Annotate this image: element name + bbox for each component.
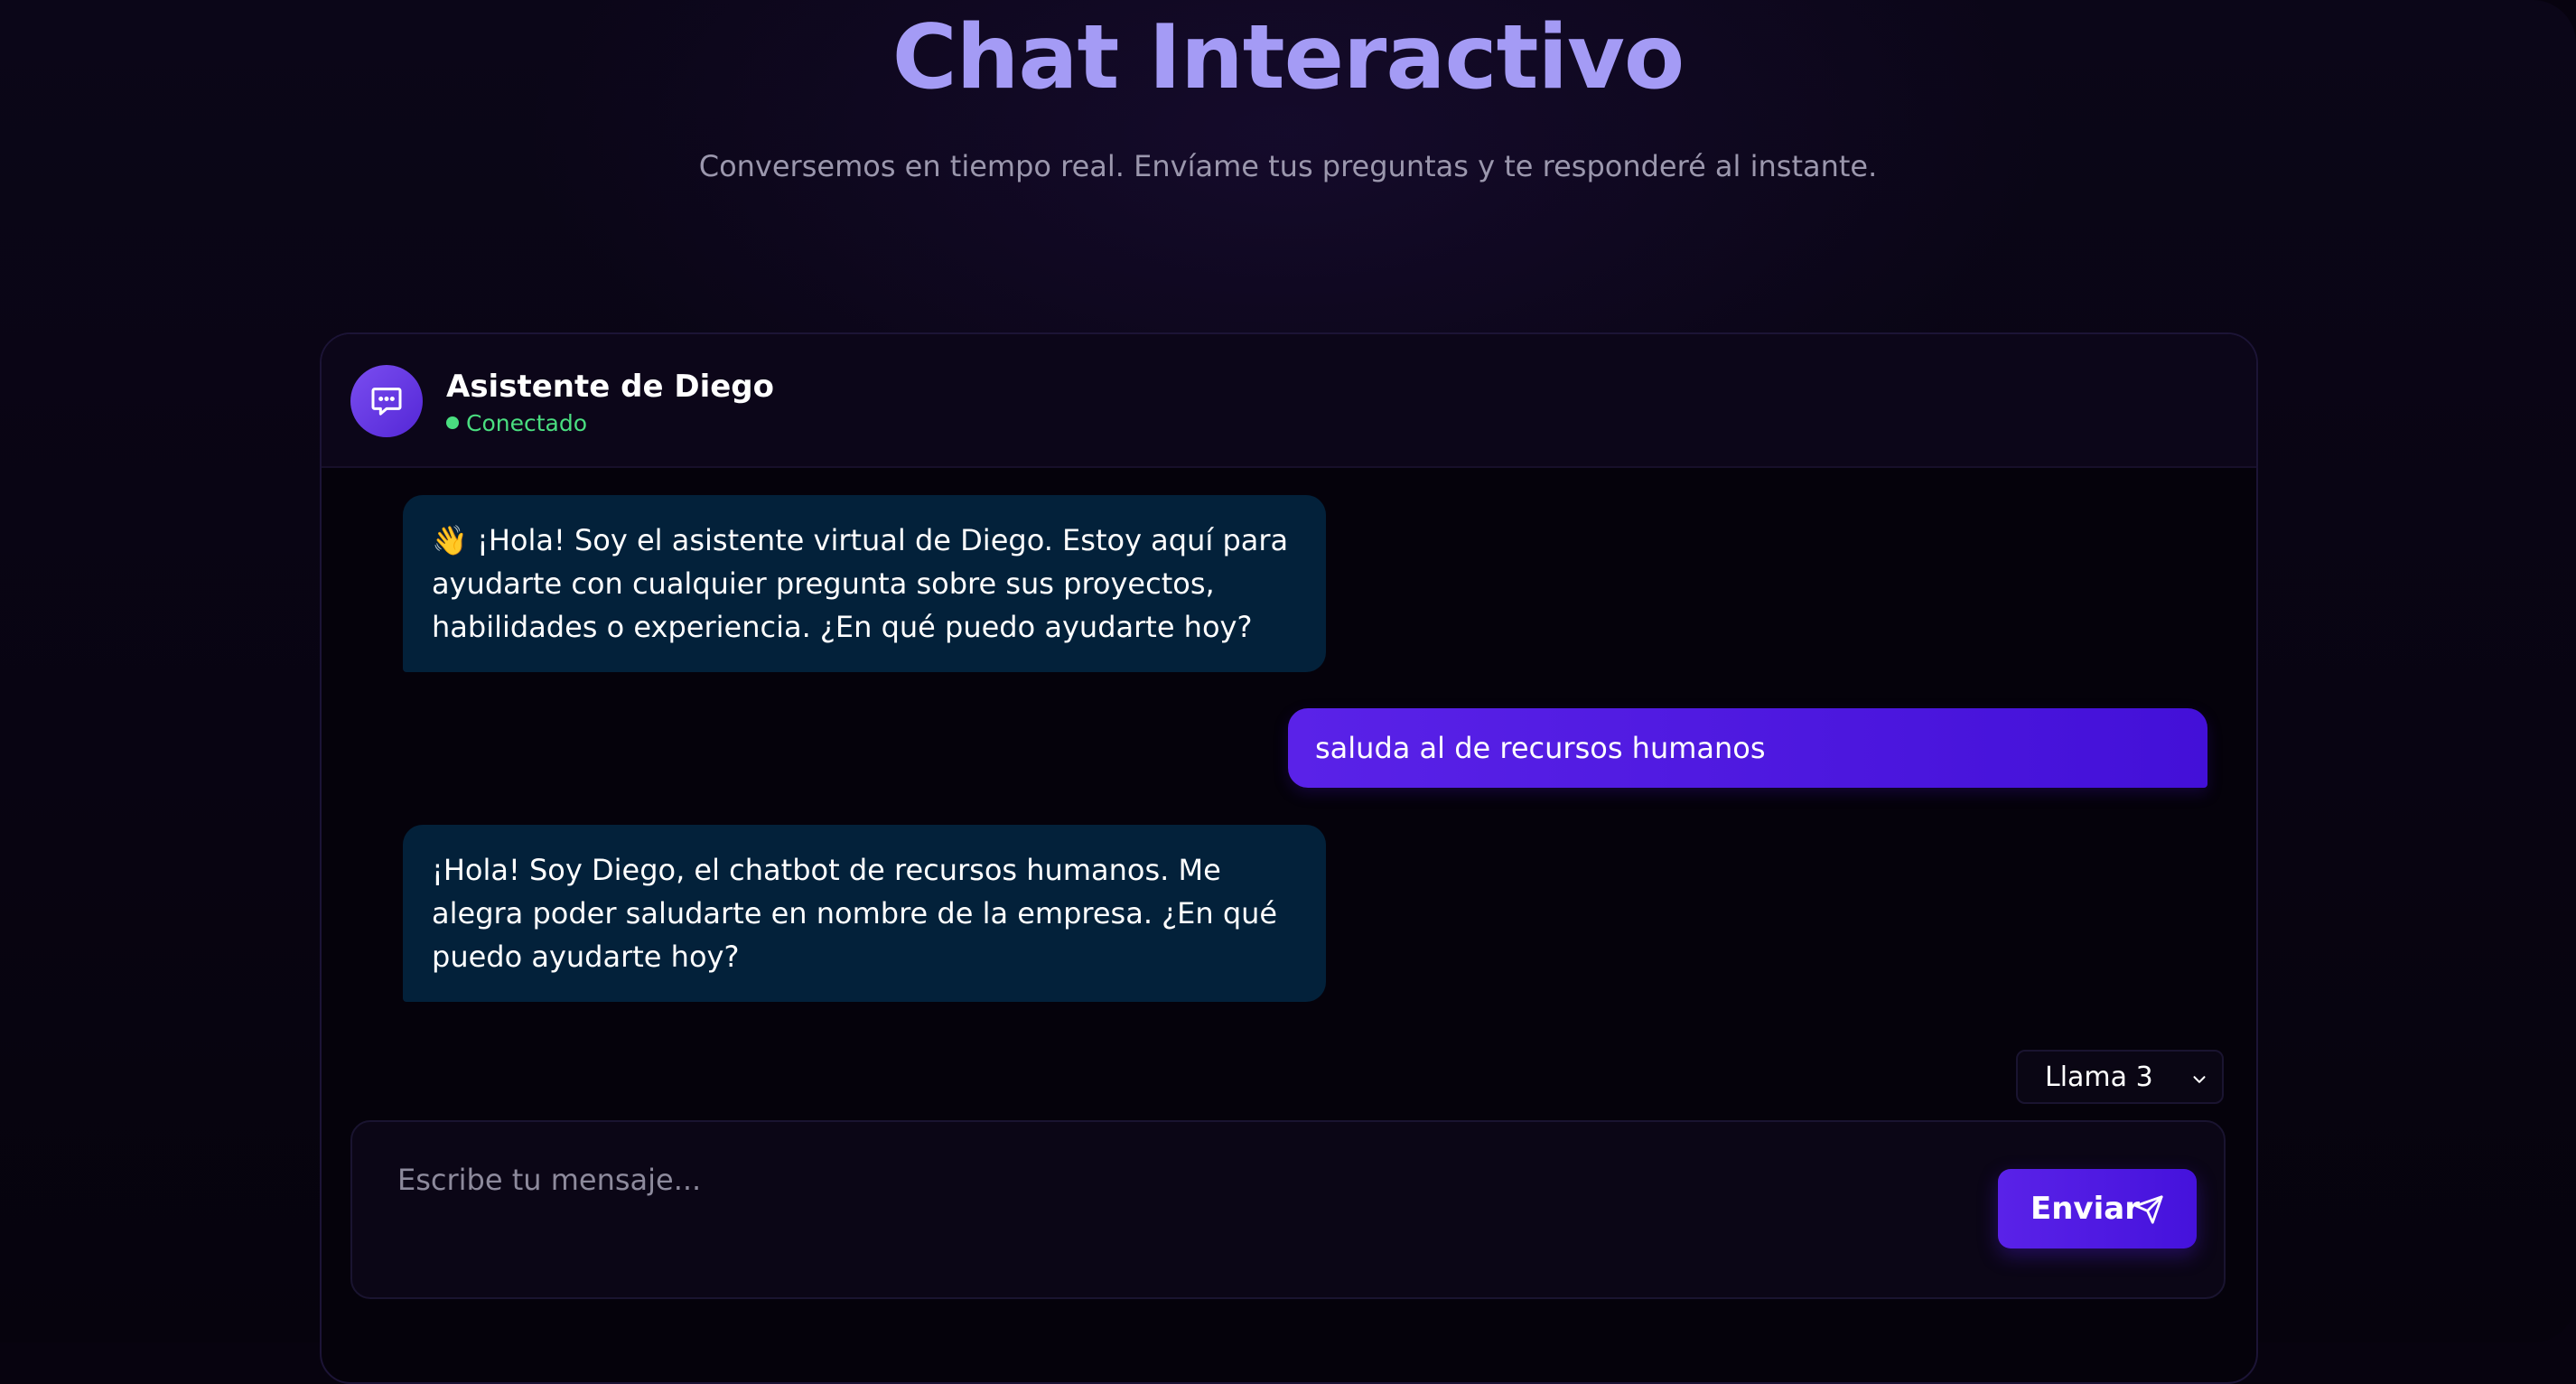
page: Chat Interactivo Conversemos en tiempo r… [0, 0, 2576, 1384]
connection-status: Conectado [446, 408, 587, 439]
model-selector[interactable]: Llama 3 [2016, 1050, 2224, 1104]
send-button[interactable]: Enviar [1998, 1169, 2197, 1248]
send-icon [2134, 1195, 2163, 1224]
send-button-label: Enviar [2030, 1191, 2140, 1227]
message-input[interactable] [397, 1153, 1843, 1207]
user-message: saluda al de recursos humanos [1288, 708, 2207, 788]
page-subtitle: Conversemos en tiempo real. Envíame tus … [698, 149, 1878, 183]
assistant-message: ¡Hola! Soy Diego, el chatbot de recursos… [403, 825, 1326, 1002]
chat-bubble-icon [371, 388, 402, 416]
chevron-down-icon [2193, 1076, 2206, 1083]
avatar [350, 365, 423, 437]
status-dot-icon [446, 416, 459, 429]
status-text: Conectado [466, 410, 588, 436]
chat-header: Asistente de Diego Conectado [322, 334, 2256, 468]
model-selector-value: Llama 3 [2045, 1061, 2153, 1093]
assistant-name: Asistente de Diego [446, 369, 774, 405]
message-composer: Enviar [350, 1120, 2226, 1299]
assistant-message: 👋 ¡Hola! Soy el asistente virtual de Die… [403, 495, 1326, 672]
page-title: Chat Interactivo [891, 6, 1685, 109]
